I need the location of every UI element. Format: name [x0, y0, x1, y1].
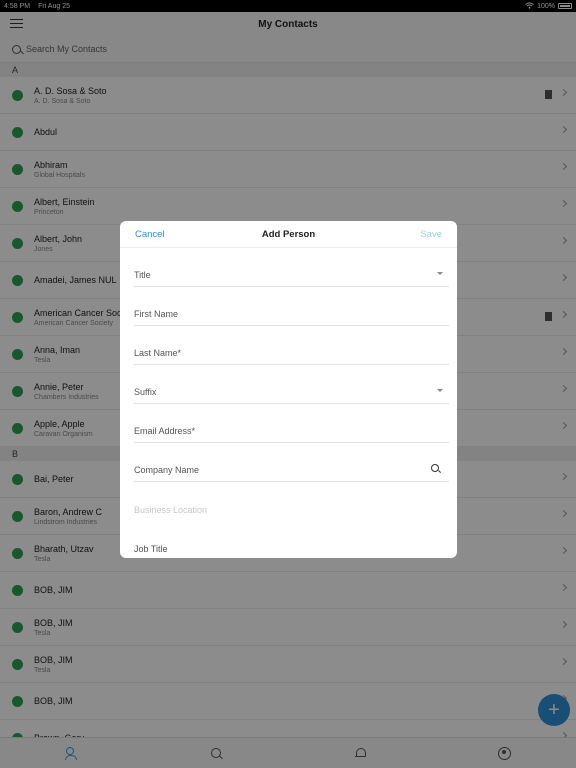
job-title-field[interactable]: Job Title	[134, 521, 449, 558]
search-icon[interactable]	[431, 464, 439, 472]
suffix-select[interactable]: Suffix	[134, 365, 449, 404]
business-location-field: Business Location	[134, 482, 449, 521]
business-location-label: Business Location	[134, 505, 208, 515]
company-name-field[interactable]: Company Name	[134, 443, 449, 482]
job-title-label: Job Title	[134, 544, 168, 554]
add-person-form: Title First Name Last Name* Suffix Email…	[120, 248, 457, 558]
first-name-label: First Name	[134, 309, 179, 319]
suffix-label: Suffix	[134, 387, 157, 397]
title-select[interactable]: Title	[134, 248, 449, 287]
email-label: Email Address*	[134, 426, 196, 436]
last-name-label: Last Name*	[134, 348, 182, 358]
first-name-field[interactable]: First Name	[134, 287, 449, 326]
title-label: Title	[134, 270, 151, 280]
modal-header: Cancel Add Person Save	[120, 221, 457, 248]
dropdown-arrow-icon	[437, 272, 443, 275]
last-name-field[interactable]: Last Name*	[134, 326, 449, 365]
save-button[interactable]: Save	[420, 229, 442, 240]
modal-title: Add Person	[261, 228, 316, 240]
email-field[interactable]: Email Address*	[134, 404, 449, 443]
cancel-button[interactable]: Cancel	[135, 229, 165, 240]
dropdown-arrow-icon	[437, 389, 443, 392]
add-person-modal: Cancel Add Person Save Title First Name …	[120, 221, 457, 558]
company-name-label: Company Name	[134, 465, 200, 475]
